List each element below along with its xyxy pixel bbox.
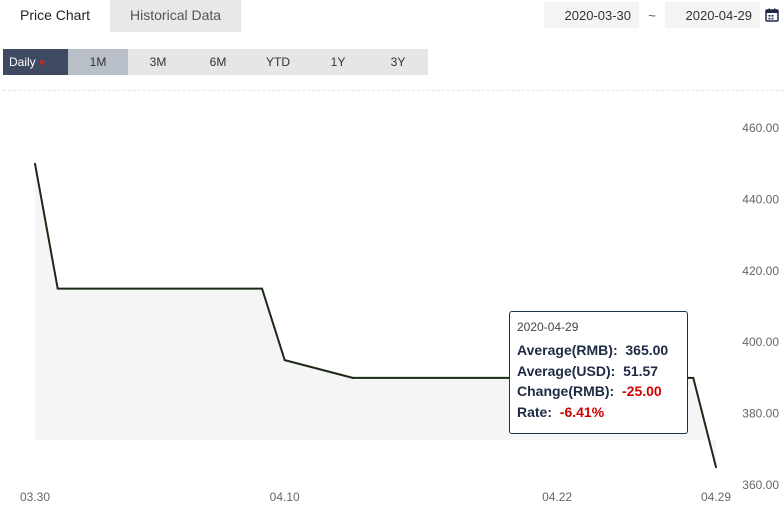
y-tick-label: 360.00 xyxy=(742,478,779,492)
tooltip-avg-rmb-label: Average(RMB): xyxy=(517,342,618,358)
data-point[interactable] xyxy=(715,466,717,469)
data-point[interactable] xyxy=(56,287,59,290)
tooltip-avg-rmb-value: 365.00 xyxy=(625,342,669,358)
tooltip-avg-usd: Average(USD): 51.57 xyxy=(517,361,680,382)
tooltip-avg-usd-value: 51.57 xyxy=(623,362,659,379)
data-point[interactable] xyxy=(34,162,36,165)
x-tick-label: 04.29 xyxy=(701,490,731,504)
data-point[interactable] xyxy=(692,376,695,379)
y-tick-label: 420.00 xyxy=(742,264,779,278)
y-tick-label: 440.00 xyxy=(742,192,779,206)
data-point[interactable] xyxy=(283,359,286,362)
x-tick-label: 03.30 xyxy=(20,490,50,504)
price-line-chart: 460.00 440.00 420.00 400.00 380.00 360.00 03.… xyxy=(20,121,779,504)
data-point[interactable] xyxy=(261,287,263,290)
y-tick-label: 380.00 xyxy=(742,407,779,421)
tooltip-change-value: -25.00 xyxy=(622,383,662,399)
tooltip-rate-label: Rate: xyxy=(517,403,553,420)
tooltip-rate: Rate: -6.41% xyxy=(517,402,680,423)
data-point[interactable] xyxy=(351,376,354,379)
tooltip-avg-rmb: Average(RMB): 365.00 xyxy=(517,340,680,361)
tooltip-avg-usd-label: Average(USD): xyxy=(517,362,616,379)
y-tick-label: 460.00 xyxy=(742,121,779,135)
tooltip-change-label: Change(RMB): xyxy=(517,383,615,399)
x-tick-label: 04.10 xyxy=(270,490,300,504)
tooltip-date: 2020-04-29 xyxy=(517,320,579,334)
x-tick-label: 04.22 xyxy=(542,490,572,504)
data-tooltip: 2020-04-29 Average(RMB): 365.00 Average(… xyxy=(509,311,688,434)
tooltip-change: Change(RMB): -25.00 xyxy=(517,381,680,402)
tooltip-rate-value: -6.41% xyxy=(559,403,605,420)
y-tick-label: 400.00 xyxy=(742,335,779,349)
